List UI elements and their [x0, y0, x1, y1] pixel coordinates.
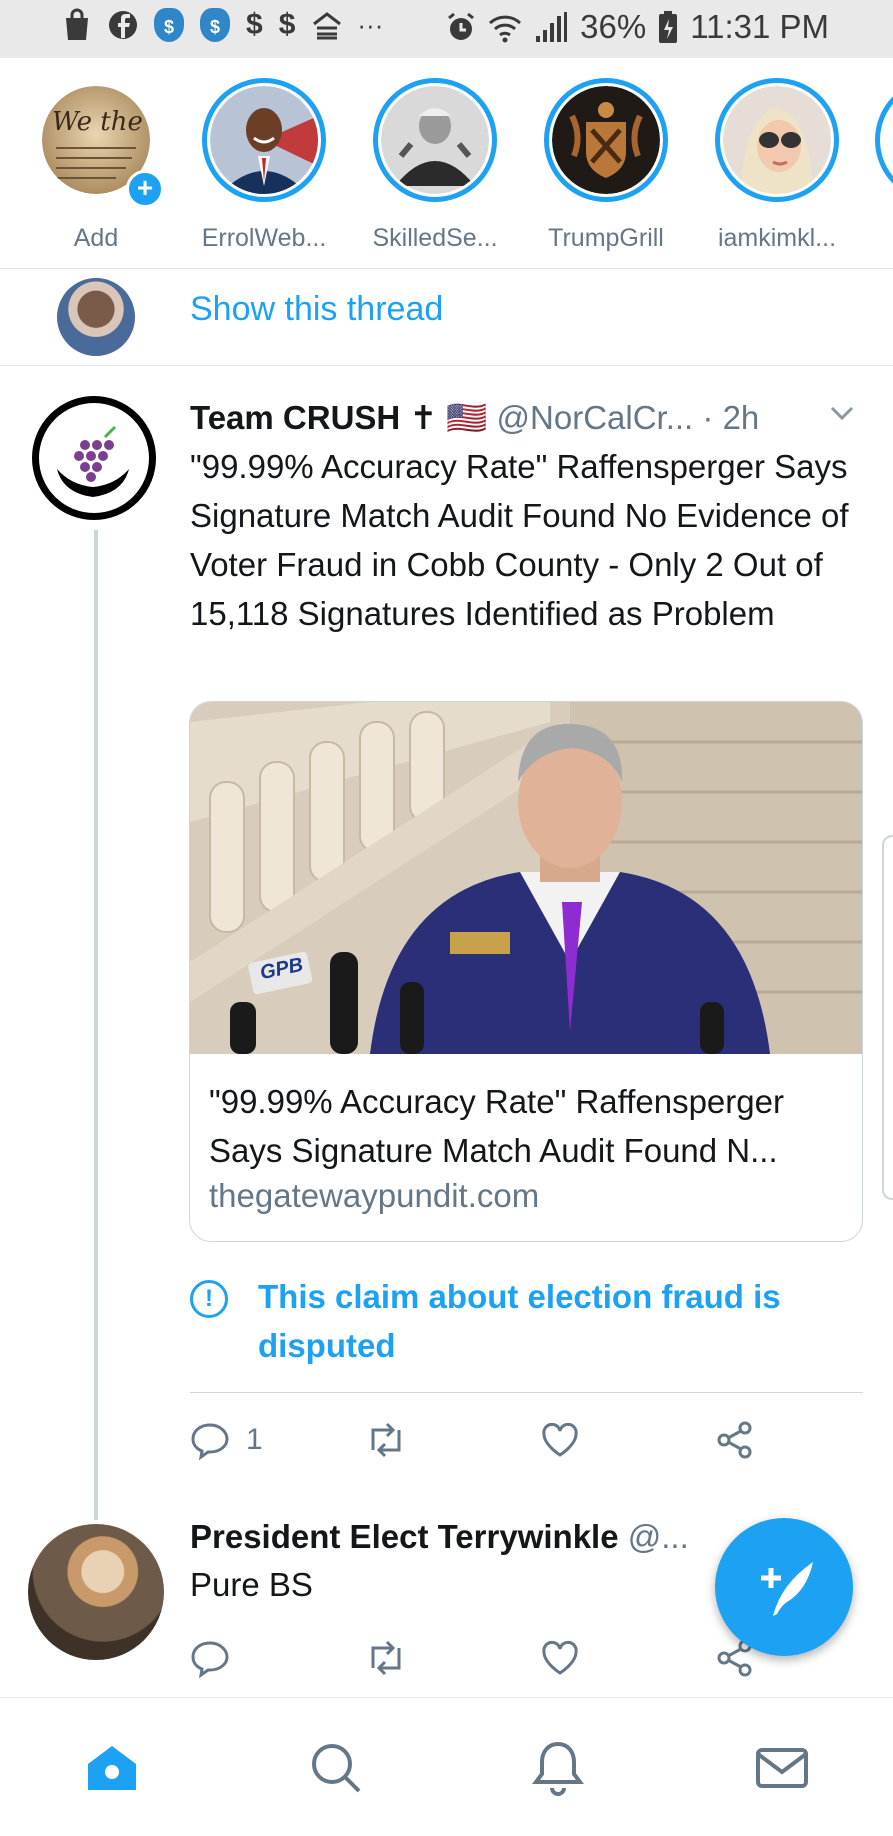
reply-icon	[191, 1423, 229, 1460]
reply-icon	[191, 1641, 229, 1678]
story-item[interactable]: TrumpGrill	[531, 78, 681, 253]
money-bag-icon: $	[154, 8, 184, 42]
battery-icon	[658, 10, 678, 44]
status-bar: $ $ $ $ ··· 36% 11:31 PM	[0, 0, 893, 58]
search-icon	[312, 1744, 361, 1793]
notification-icons: $ $ $ $ ···	[62, 8, 383, 42]
author-handle[interactable]: @NorCalCr...	[497, 399, 694, 436]
scroll-handle[interactable]	[882, 835, 893, 1200]
chevron-down-icon[interactable]	[828, 398, 856, 426]
reply-count: 1	[246, 1423, 263, 1456]
story-label: ErrolWeb...	[201, 224, 327, 252]
info-icon: !	[190, 1280, 228, 1318]
compose-tweet-button[interactable]	[715, 1518, 853, 1656]
svg-text:We the: We the	[52, 107, 143, 137]
tweet-actions: 1	[190, 1420, 810, 1470]
show-thread-link[interactable]: Show this thread	[190, 290, 443, 329]
avatar[interactable]	[32, 396, 156, 520]
heart-icon	[542, 1640, 578, 1675]
divider	[190, 1392, 863, 1393]
story-item[interactable]: ErrolWeb...	[189, 78, 339, 253]
story-label: Add	[73, 224, 119, 252]
more-notifications: ···	[357, 9, 384, 40]
author-name[interactable]: President Elect Terrywinkle	[190, 1518, 619, 1555]
wifi-icon	[488, 10, 522, 44]
dollar-icon: $	[278, 8, 296, 41]
fleets-row: We the + Add ErrolWeb... SkilledSe... Tr…	[0, 58, 893, 269]
home-icon	[88, 1746, 136, 1790]
shopping-bag-icon	[62, 8, 92, 42]
card-image	[190, 702, 862, 1054]
story-label: SkilledSe...	[372, 224, 498, 252]
nav-messages[interactable]	[752, 1738, 812, 1798]
retweet-button[interactable]	[365, 1638, 407, 1678]
story-item-partial[interactable]	[875, 78, 893, 202]
avatar	[552, 86, 660, 194]
link-card[interactable]: GPB "99.99% Accuracy Rate" Raffensperger…	[189, 701, 863, 1242]
nav-search[interactable]	[306, 1738, 366, 1798]
facebook-icon	[108, 8, 138, 42]
story-add[interactable]: We the + Add	[21, 78, 171, 253]
reply-button[interactable]	[190, 1638, 230, 1678]
author-handle[interactable]: @...	[628, 1518, 689, 1555]
signal-icon	[534, 10, 568, 44]
avatar	[210, 86, 318, 194]
like-button[interactable]	[540, 1420, 580, 1460]
story-label: iamkimkl...	[717, 224, 837, 252]
cross-icon: ✝	[409, 399, 438, 436]
battery-percent: 36%	[580, 8, 647, 45]
disputed-label[interactable]: This claim about election fraud is dispu…	[258, 1272, 818, 1370]
tweet-text: Pure BS	[190, 1566, 313, 1603]
clock: 11:31 PM	[690, 8, 829, 45]
avatar	[381, 86, 489, 194]
card-url: thegatewaypundit.com	[209, 1177, 540, 1214]
card-title: "99.99% Accuracy Rate" Raffensperger Say…	[209, 1083, 784, 1169]
messages-icon	[756, 1748, 808, 1788]
retweet-icon	[371, 1640, 401, 1676]
tweet-time: · 2h	[702, 399, 760, 436]
avatar[interactable]	[28, 1524, 164, 1660]
alarm-icon	[446, 10, 476, 44]
bottom-nav	[0, 1697, 893, 1836]
story-item[interactable]: SkilledSe...	[360, 78, 510, 253]
show-thread-row[interactable]: Show this thread	[0, 268, 893, 366]
thread-line	[94, 530, 98, 1520]
nav-home[interactable]	[82, 1738, 142, 1798]
avatar	[723, 86, 831, 194]
story-item[interactable]: iamkimkl...	[702, 78, 852, 253]
share-button[interactable]	[715, 1420, 755, 1460]
nav-notifications[interactable]	[528, 1738, 588, 1798]
system-icons: 36% 11:31 PM	[446, 8, 829, 46]
dollar-icon: $	[246, 8, 263, 41]
flag-icon: 🇺🇸	[446, 399, 488, 436]
author-name[interactable]: Team CRUSH	[190, 399, 400, 436]
compose-feather-icon	[761, 1562, 813, 1616]
tweet-text: "99.99% Accuracy Rate" Raffensperger Say…	[190, 448, 849, 632]
reply-button[interactable]: 1	[190, 1420, 263, 1460]
share-icon	[717, 1421, 752, 1459]
retweet-icon	[371, 1422, 401, 1458]
home-app-icon	[311, 8, 342, 42]
add-story-icon[interactable]: +	[126, 170, 164, 208]
tweet-header: Team CRUSH ✝ 🇺🇸 @NorCalCr... · 2h	[190, 398, 759, 438]
avatar	[57, 278, 135, 356]
notifications-icon	[532, 1741, 584, 1796]
tweet-header: President Elect Terrywinkle @...	[190, 1518, 689, 1556]
heart-icon	[542, 1422, 578, 1457]
like-button[interactable]	[540, 1638, 580, 1678]
story-label: TrumpGrill	[548, 224, 664, 252]
money-bag-icon: $	[200, 8, 230, 42]
retweet-button[interactable]	[365, 1420, 407, 1460]
